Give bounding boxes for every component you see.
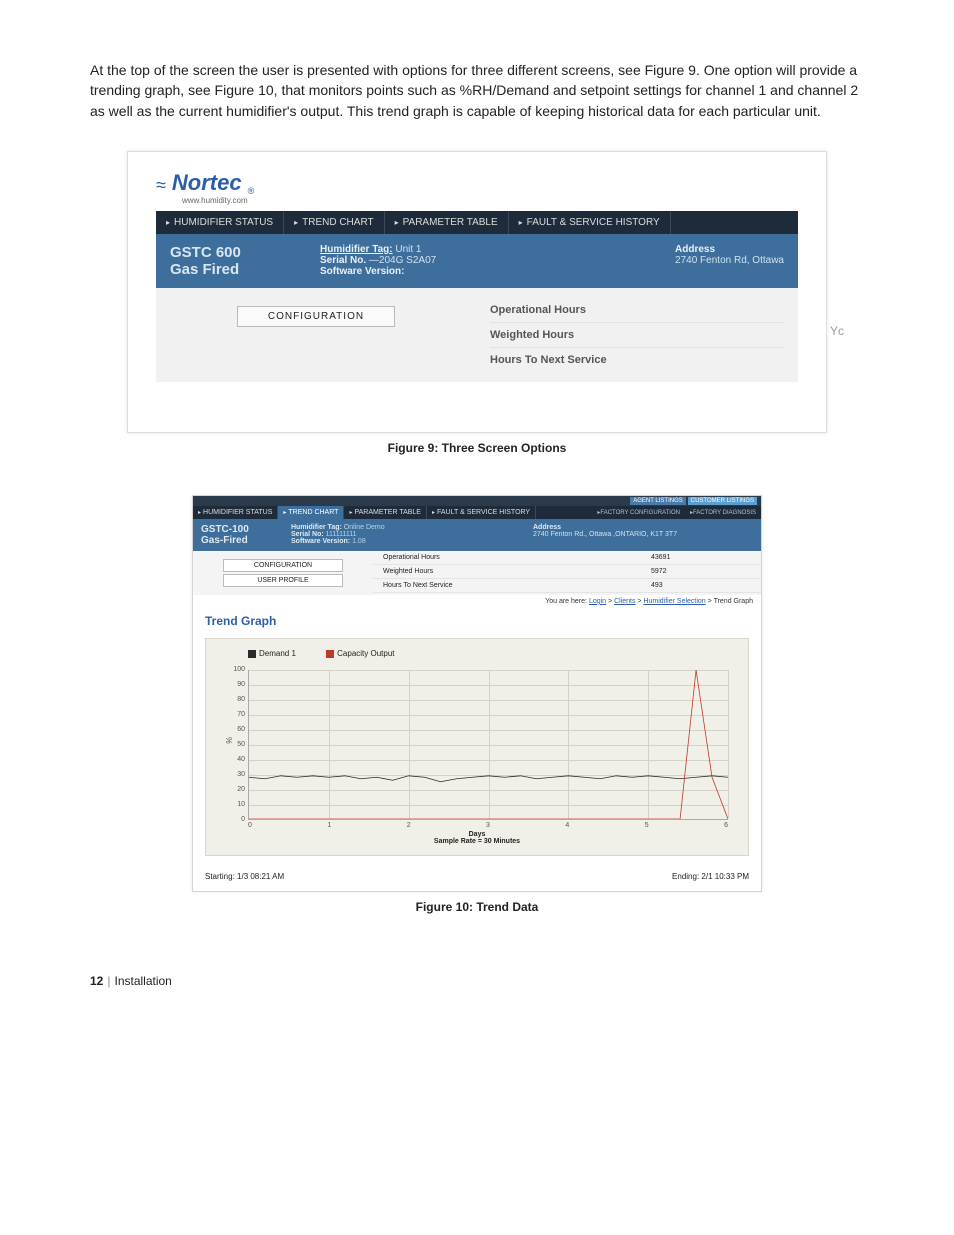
section-name: Installation	[114, 974, 171, 988]
chevron-right-icon: ▸	[519, 218, 523, 227]
chart-legend: Demand 1 Capacity Output	[248, 649, 734, 658]
figure10-caption: Figure 10: Trend Data	[90, 900, 864, 914]
table-row: Operational Hours43691	[373, 551, 761, 565]
chevron-right-icon: ▸	[395, 218, 399, 227]
chevron-right-icon: ▸	[166, 218, 170, 227]
trend-graph-title: Trend Graph	[205, 614, 749, 628]
clipped-text: Yc	[830, 324, 844, 338]
brand-url: www.humidity.com	[182, 196, 798, 205]
type-label: Gas Fired	[170, 261, 320, 278]
stats-table: Operational Hours43691 Weighted Hours597…	[373, 551, 761, 593]
software-version-label: Software Version:	[291, 538, 350, 545]
legend-capacity: Capacity Output	[337, 649, 394, 658]
table-row: Weighted Hours5972	[373, 564, 761, 578]
humidifier-tag-label: Humidifier Tag:	[320, 244, 393, 255]
tab-trend-chart[interactable]: ▸TREND CHART	[284, 211, 385, 234]
brand-name: Nortec	[172, 170, 242, 196]
start-time: Starting: 1/3 08:21 AM	[205, 872, 284, 881]
configuration-button[interactable]: CONFIGURATION	[223, 559, 343, 572]
figure10-screenshot: AGENT LISTINGS CUSTOMER LISTINGS ▸HUMIDI…	[192, 495, 762, 892]
serial-value: 111111111	[326, 531, 357, 538]
address-value: 2740 Fenton Rd, Ottawa	[675, 255, 784, 266]
tab-parameter-table[interactable]: ▸PARAMETER TABLE	[385, 211, 509, 234]
nav-tabbar: ▸HUMIDIFIER STATUS ▸TREND CHART ▸PARAMET…	[156, 211, 798, 234]
tab-humidifier-status[interactable]: ▸HUMIDIFIER STATUS	[193, 506, 278, 519]
breadcrumb-login[interactable]: Login	[589, 598, 606, 605]
page-number: 12	[90, 974, 103, 988]
tab-fault-service-history[interactable]: ▸FAULT & SERVICE HISTORY	[509, 211, 671, 234]
tab-humidifier-status[interactable]: ▸HUMIDIFIER STATUS	[156, 211, 284, 234]
chevron-right-icon: ▸	[198, 510, 201, 516]
humidifier-tag-value: Online Demo	[344, 524, 385, 531]
factory-diagnosis-link[interactable]: ▸FACTORY DIAGNOSIS	[685, 506, 761, 519]
software-version-value: 1.08	[352, 538, 366, 545]
tab-fault-service-history[interactable]: ▸FAULT & SERVICE HISTORY	[427, 506, 536, 519]
type-label: Gas-Fired	[201, 535, 291, 546]
intro-paragraph: At the top of the screen the user is pre…	[90, 60, 864, 121]
operational-hours-row: Operational Hours	[490, 298, 784, 323]
user-profile-button[interactable]: USER PROFILE	[223, 574, 343, 587]
address-value: 2740 Fenton Rd., Ottawa ,ONTARIO, K1T 3T…	[533, 531, 753, 538]
sample-rate-label: Sample Rate = 30 Minutes	[220, 838, 734, 845]
address-label: Address	[675, 244, 784, 255]
chart-area: Demand 1 Capacity Output % 0102030405060…	[205, 638, 749, 856]
table-row: Hours To Next Service493	[373, 578, 761, 592]
chevron-right-icon: ▸	[349, 510, 352, 516]
trend-chart: % 0102030405060708090100	[248, 670, 728, 820]
breadcrumb-current: Trend Graph	[714, 598, 753, 605]
breadcrumb-humidifier-selection[interactable]: Humidifier Selection	[643, 598, 705, 605]
figure9-screenshot: ≈ Nortec ® www.humidity.com ▸HUMIDIFIER S…	[127, 151, 827, 433]
serial-label: Serial No.	[320, 255, 366, 266]
swatch-demand1-icon	[248, 650, 256, 658]
chevron-right-icon: ▸	[432, 510, 435, 516]
humidifier-tag-value: Unit 1	[395, 244, 421, 255]
agent-listings-tab[interactable]: AGENT LISTINGS	[630, 497, 686, 505]
brand-logo: ≈ Nortec ®	[156, 170, 798, 196]
software-version-label: Software Version:	[320, 266, 404, 277]
model-label: GSTC-100	[201, 524, 291, 535]
address-label: Address	[533, 524, 753, 531]
swatch-capacity-icon	[326, 650, 334, 658]
breadcrumb-clients[interactable]: Clients	[614, 598, 635, 605]
brand-wave-icon: ≈	[156, 175, 166, 196]
humidifier-tag-label: Humidifier Tag:	[291, 524, 342, 531]
figure9-caption: Figure 9: Three Screen Options	[90, 441, 864, 455]
serial-label: Serial No:	[291, 531, 324, 538]
x-axis-label: Days	[220, 831, 734, 838]
breadcrumb: You are here: Login > Clients > Humidifi…	[193, 595, 761, 608]
serial-value: —204G S2A07	[369, 255, 436, 266]
stats-strip: CONFIGURATION Operational Hours Weighted…	[156, 288, 798, 382]
tab-trend-chart[interactable]: ▸TREND CHART	[278, 506, 344, 519]
registered-icon: ®	[248, 186, 255, 196]
hours-to-next-service-row: Hours To Next Service	[490, 348, 784, 372]
weighted-hours-row: Weighted Hours	[490, 323, 784, 348]
page-footer: 12|Installation	[90, 974, 864, 988]
legend-demand1: Demand 1	[259, 649, 296, 658]
tab-parameter-table[interactable]: ▸PARAMETER TABLE	[344, 506, 427, 519]
unit-header: GSTC-100 Gas-Fired Humidifier Tag: Onlin…	[193, 519, 761, 551]
model-label: GSTC 600	[170, 244, 320, 261]
customer-listings-tab[interactable]: CUSTOMER LISTINGS	[688, 497, 757, 505]
configuration-button[interactable]: CONFIGURATION	[237, 306, 395, 327]
x-ticks: 0123456	[248, 822, 728, 829]
end-time: Ending: 2/1 10:33 PM	[672, 872, 749, 881]
chevron-right-icon: ▸	[283, 510, 286, 516]
factory-configuration-link[interactable]: ▸FACTORY CONFIGURATION	[592, 506, 685, 519]
chevron-right-icon: ▸	[294, 218, 298, 227]
unit-header: GSTC 600 Gas Fired Humidifier Tag: Unit …	[156, 234, 798, 288]
